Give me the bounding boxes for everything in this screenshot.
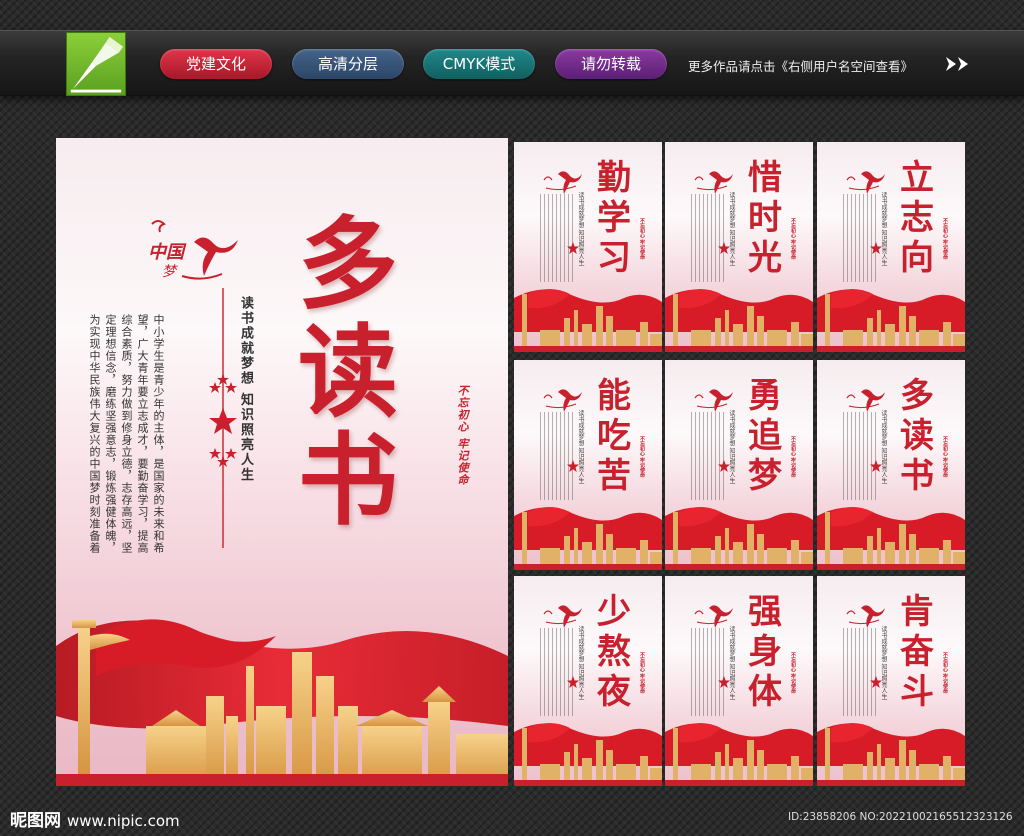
small-skyline-flag-image xyxy=(665,507,813,570)
small-title-char: 能 xyxy=(597,376,631,416)
small-title-char: 吃 xyxy=(597,416,631,456)
small-title-char: 梦 xyxy=(748,456,782,496)
small-title-char: 时 xyxy=(748,198,782,238)
site-logo-icon[interactable] xyxy=(66,32,126,96)
star-icon xyxy=(870,242,882,254)
small-poster-title: 肯 奋 斗 xyxy=(891,592,943,712)
small-seal-text: 不忘初心 牢记使命 xyxy=(942,652,948,694)
star-icon xyxy=(718,460,730,472)
small-seal-text: 不忘初心 牢记使命 xyxy=(639,218,645,260)
small-poster[interactable]: 读书成就梦想 知识照亮人生 多 读 书 不忘初心 牢记使命 xyxy=(817,360,965,570)
star-icon xyxy=(870,676,882,688)
small-poster-title: 立 志 向 xyxy=(891,158,943,278)
small-seal-text: 不忘初心 牢记使命 xyxy=(639,652,645,694)
small-title-char: 身 xyxy=(748,632,782,672)
more-works-link[interactable]: 更多作品请点击《右侧用户名空间查看》 xyxy=(688,56,913,75)
small-poster-title: 少 熬 夜 xyxy=(588,592,640,712)
small-title-char: 书 xyxy=(900,456,934,496)
small-title-char: 向 xyxy=(900,238,934,278)
star-icon xyxy=(567,460,579,472)
small-skyline-flag-image xyxy=(817,507,965,570)
small-poster[interactable]: 读书成就梦想 知识照亮人生 少 熬 夜 不忘初心 牢记使命 xyxy=(514,576,662,786)
small-title-char: 志 xyxy=(900,198,934,238)
small-poster[interactable]: 读书成就梦想 知识照亮人生 立 志 向 不忘初心 牢记使命 xyxy=(817,142,965,352)
china-dream-logo-icon: 中国 梦 xyxy=(148,220,238,280)
star-icon xyxy=(718,676,730,688)
main-poster: 中国 梦 读书成就梦想 知识照亮人生 中小学生是青少年的主体，是国家的未来和希望… xyxy=(56,138,508,786)
tag-no-repost[interactable]: 请勿转载 xyxy=(555,49,667,79)
small-poster-title: 惜 时 光 xyxy=(739,158,791,278)
main-body-text: 中小学生是青少年的主体，是国家的未来和希望，广大青年要立志成才，要勤奋学习，提高… xyxy=(88,314,165,554)
small-poster[interactable]: 读书成就梦想 知识照亮人生 能 吃 苦 不忘初心 牢记使命 xyxy=(514,360,662,570)
small-skyline-flag-image xyxy=(665,289,813,352)
small-skyline-flag-image xyxy=(817,723,965,786)
small-poster[interactable]: 读书成就梦想 知识照亮人生 肯 奋 斗 不忘初心 牢记使命 xyxy=(817,576,965,786)
small-seal-text: 不忘初心 牢记使命 xyxy=(942,218,948,260)
main-title-char: 多 xyxy=(298,205,398,323)
main-subtitle: 读书成就梦想 知识照亮人生 xyxy=(238,296,253,483)
tag-hd-layers[interactable]: 高清分层 xyxy=(292,49,404,79)
main-seal-text: 不忘初心 牢记使命 xyxy=(456,385,469,486)
small-title-char: 肯 xyxy=(900,592,934,632)
small-poster-title: 强 身 体 xyxy=(739,592,791,712)
small-title-char: 勤 xyxy=(597,158,631,198)
small-poster[interactable]: 读书成就梦想 知识照亮人生 勤 学 习 不忘初心 牢记使命 xyxy=(514,142,662,352)
small-seal-text: 不忘初心 牢记使命 xyxy=(790,436,796,478)
small-title-char: 体 xyxy=(748,672,782,712)
small-title-char: 学 xyxy=(597,198,631,238)
small-poster-title: 能 吃 苦 xyxy=(588,376,640,496)
small-title-char: 多 xyxy=(900,376,934,416)
small-title-char: 立 xyxy=(900,158,934,198)
small-title-char: 熬 xyxy=(597,632,631,672)
small-title-char: 光 xyxy=(748,238,782,278)
small-title-char: 追 xyxy=(748,416,782,456)
main-title-char: 书 xyxy=(298,421,398,539)
small-skyline-flag-image xyxy=(514,289,662,352)
tag-party-culture[interactable]: 党建文化 xyxy=(160,49,272,79)
small-poster[interactable]: 读书成就梦想 知识照亮人生 惜 时 光 不忘初心 牢记使命 xyxy=(665,142,813,352)
small-title-char: 苦 xyxy=(597,456,631,496)
site-name: 昵图网 xyxy=(10,811,61,831)
svg-text:梦: 梦 xyxy=(162,264,178,280)
stars-icon xyxy=(209,374,237,467)
svg-text:中国: 中国 xyxy=(148,242,187,263)
star-icon xyxy=(718,242,730,254)
small-title-char: 斗 xyxy=(900,672,934,712)
small-title-char: 习 xyxy=(597,238,631,278)
small-seal-text: 不忘初心 牢记使命 xyxy=(790,218,796,260)
small-skyline-flag-image xyxy=(514,723,662,786)
small-poster[interactable]: 读书成就梦想 知识照亮人生 强 身 体 不忘初心 牢记使命 xyxy=(665,576,813,786)
main-skyline-flag-image xyxy=(56,619,508,786)
small-seal-text: 不忘初心 牢记使命 xyxy=(790,652,796,694)
small-skyline-flag-image xyxy=(665,723,813,786)
small-title-char: 强 xyxy=(748,592,782,632)
small-title-char: 读 xyxy=(900,416,934,456)
small-seal-text: 不忘初心 牢记使命 xyxy=(942,436,948,478)
double-arrow-icon[interactable] xyxy=(944,55,972,73)
small-title-char: 奋 xyxy=(900,632,934,672)
tag-cmyk[interactable]: CMYK模式 xyxy=(423,49,535,79)
small-title-char: 少 xyxy=(597,592,631,632)
main-title-char: 读 xyxy=(298,313,398,431)
small-poster-title: 勇 追 梦 xyxy=(739,376,791,496)
star-icon xyxy=(870,460,882,472)
site-url[interactable]: www.nipic.com xyxy=(67,812,180,830)
main-title: 多 读 书 xyxy=(288,210,408,534)
small-title-char: 勇 xyxy=(748,376,782,416)
small-skyline-flag-image xyxy=(817,289,965,352)
star-icon xyxy=(567,242,579,254)
small-poster-title: 多 读 书 xyxy=(891,376,943,496)
image-id-text: ID:23858206 NO:20221002165512323126 xyxy=(788,811,1013,823)
small-poster[interactable]: 读书成就梦想 知识照亮人生 勇 追 梦 不忘初心 牢记使命 xyxy=(665,360,813,570)
small-title-char: 夜 xyxy=(597,672,631,712)
small-title-char: 惜 xyxy=(748,158,782,198)
small-skyline-flag-image xyxy=(514,507,662,570)
small-poster-title: 勤 学 习 xyxy=(588,158,640,278)
star-icon xyxy=(567,676,579,688)
site-watermark: 昵图网 www.nipic.com xyxy=(10,806,180,831)
small-seal-text: 不忘初心 牢记使命 xyxy=(639,436,645,478)
